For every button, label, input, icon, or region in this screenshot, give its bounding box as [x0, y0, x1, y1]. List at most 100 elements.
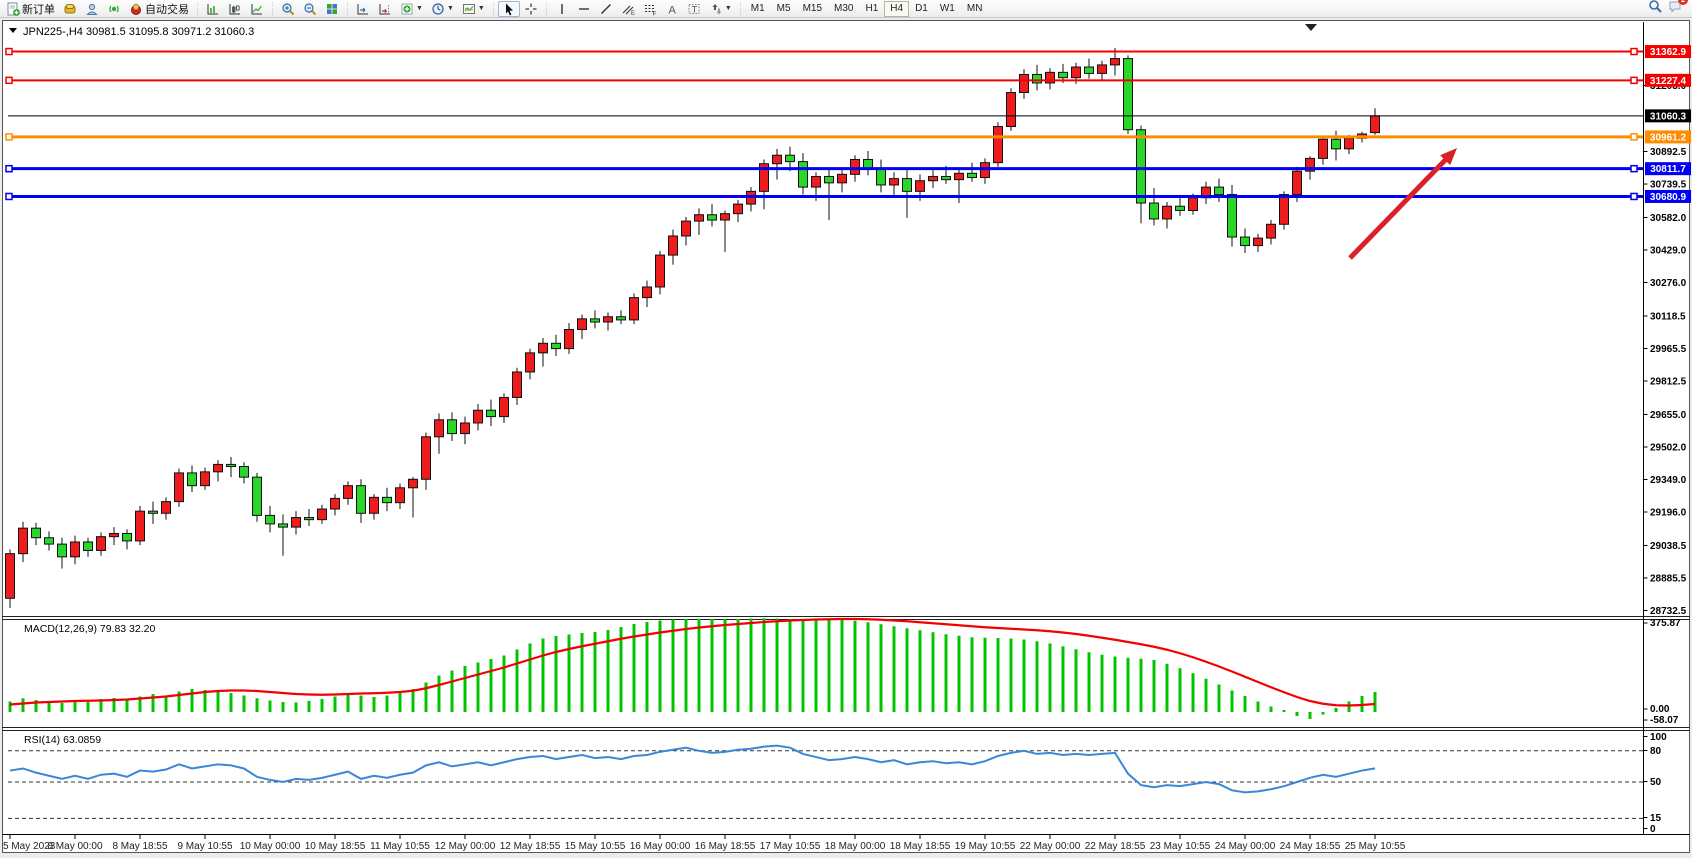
arrows-button[interactable]: ▼ — [705, 1, 736, 17]
price-badge-label: 30680.9 — [1650, 192, 1687, 203]
fibonacci-button[interactable]: F — [639, 1, 661, 17]
price-badge-label: 31362.9 — [1650, 47, 1687, 58]
autotrade-button[interactable]: 自动交易 — [125, 1, 193, 17]
hline-handle[interactable] — [6, 166, 12, 172]
chart-canvas[interactable]: MACD(12,26,9) 79.83 32.20RSI(14) 63.0859… — [0, 0, 1692, 858]
hline-handle[interactable] — [1631, 77, 1637, 83]
bull-candle-body — [318, 509, 327, 520]
periods-button[interactable]: ▼ — [427, 1, 458, 17]
zoom-in-button[interactable] — [277, 1, 299, 17]
bull-candle-body — [396, 488, 405, 503]
market-watch-button[interactable] — [59, 1, 81, 17]
chart-candles-button[interactable] — [224, 1, 246, 17]
text-label-button[interactable]: T — [683, 1, 705, 17]
bear-candle-body — [188, 473, 197, 486]
signals-icon — [107, 2, 121, 16]
price-tick-label: 29965.5 — [1650, 344, 1687, 355]
hline-handle[interactable] — [6, 134, 12, 140]
candle — [1228, 185, 1237, 247]
crosshair-button[interactable] — [520, 1, 542, 17]
templates-button[interactable]: ▼ — [458, 1, 489, 17]
new-order-button[interactable]: 新订单 — [2, 1, 59, 17]
trendline-button[interactable] — [595, 1, 617, 17]
bull-candle-body — [643, 287, 652, 298]
bull-candle-body — [890, 179, 899, 185]
signals-button[interactable] — [103, 1, 125, 17]
macd-axis-label: 0.00 — [1650, 704, 1670, 715]
vertical-line-button[interactable] — [551, 1, 573, 17]
chart-bars-button[interactable] — [202, 1, 224, 17]
cursor-button[interactable] — [498, 1, 520, 17]
time-label: 25 May 10:55 — [1345, 841, 1406, 852]
hline-handle[interactable] — [1631, 134, 1637, 140]
profile-button[interactable] — [81, 1, 103, 17]
rsi-axis-label: 100 — [1650, 732, 1667, 743]
timeframe-w1-button[interactable]: W1 — [934, 1, 961, 17]
bear-candle-body — [617, 317, 626, 320]
timeframe-d1-button[interactable]: D1 — [909, 1, 934, 17]
bear-candle-body — [123, 533, 132, 540]
bear-candle-body — [357, 486, 366, 514]
price-tick-label: 29038.5 — [1650, 541, 1687, 552]
bull-candle-body — [1046, 72, 1055, 83]
chevron-down-icon[interactable]: ▼ — [447, 5, 454, 12]
chevron-down-icon[interactable]: ▼ — [416, 5, 423, 12]
chevron-down-icon[interactable]: ▼ — [478, 5, 485, 12]
hline-handle[interactable] — [6, 193, 12, 199]
arrows-icon — [709, 2, 723, 16]
bull-candle-body — [773, 155, 782, 163]
timeframe-m15-button[interactable]: M15 — [797, 1, 828, 17]
bull-candle-body — [1098, 65, 1107, 73]
time-label: 11 May 10:55 — [370, 841, 430, 852]
bear-candle-body — [487, 410, 496, 416]
tile-windows-button[interactable] — [321, 1, 343, 17]
hline-handle[interactable] — [6, 77, 12, 83]
time-label: 10 May 00:00 — [240, 841, 301, 852]
bull-candle-body — [851, 159, 860, 174]
bull-candle-body — [838, 174, 847, 182]
auto-scroll-button[interactable] — [352, 1, 374, 17]
chart-line-button[interactable] — [246, 1, 268, 17]
bull-candle-body — [812, 176, 821, 187]
bull-candle-body — [695, 215, 704, 221]
channel-button[interactable]: E — [617, 1, 639, 17]
timeframe-m30-button[interactable]: M30 — [828, 1, 859, 17]
indicators-button[interactable]: ▼ — [396, 1, 427, 17]
bull-candle-body — [331, 498, 340, 509]
timeframe-h4-button[interactable]: H4 — [884, 1, 909, 17]
price-tick-label: 28732.5 — [1650, 606, 1687, 617]
vertical-line-icon — [555, 2, 569, 16]
time-label: 23 May 10:55 — [1150, 841, 1211, 852]
chart-shift-icon — [378, 2, 392, 16]
bear-candle-body — [305, 518, 314, 520]
time-label: 8 May 00:00 — [47, 841, 102, 852]
text-button[interactable]: A — [661, 1, 683, 17]
hline-handle[interactable] — [6, 49, 12, 55]
bull-candle-body — [669, 236, 678, 255]
time-label: 10 May 18:55 — [305, 841, 366, 852]
crosshair-icon — [524, 2, 538, 16]
candle — [1124, 55, 1133, 134]
zoom-out-button[interactable] — [299, 1, 321, 17]
bear-candle-body — [1228, 195, 1237, 237]
hline-handle[interactable] — [1631, 166, 1637, 172]
search-button[interactable] — [1648, 0, 1662, 18]
hline-handle[interactable] — [1631, 49, 1637, 55]
price-badge-label: 31227.4 — [1650, 76, 1687, 87]
bear-candle-body — [1241, 237, 1250, 245]
macd-label: MACD(12,26,9) 79.83 32.20 — [24, 623, 155, 635]
timeframe-h1-button[interactable]: H1 — [859, 1, 884, 17]
bull-candle-body — [422, 437, 431, 479]
chart-shift-button[interactable] — [374, 1, 396, 17]
bull-candle-body — [604, 317, 613, 322]
horizontal-line-button[interactable] — [573, 1, 595, 17]
timeframe-m1-button[interactable]: M1 — [745, 1, 771, 17]
cursor-icon — [502, 2, 516, 16]
timeframe-mn-button[interactable]: MN — [961, 1, 989, 17]
bear-candle-body — [279, 524, 288, 527]
chevron-down-icon[interactable]: ▼ — [725, 5, 732, 12]
hline-handle[interactable] — [1631, 193, 1637, 199]
chat-button[interactable]: 1 — [1668, 0, 1682, 18]
bear-candle-body — [448, 420, 457, 434]
timeframe-m5-button[interactable]: M5 — [771, 1, 797, 17]
